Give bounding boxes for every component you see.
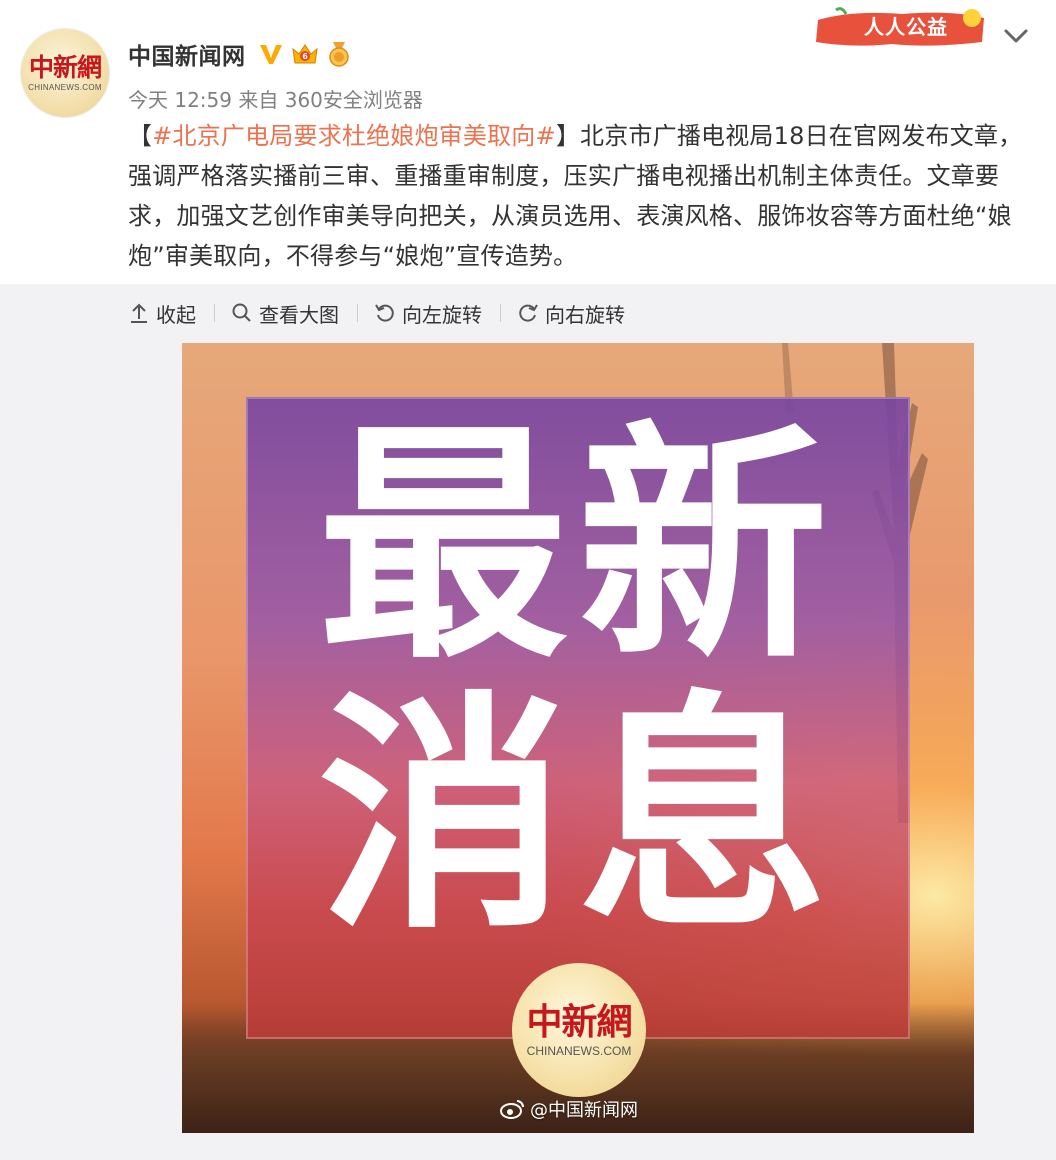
- rotate-left-label: 向左旋转: [402, 302, 482, 327]
- headline-panel: 最新 消息: [246, 397, 910, 1039]
- view-large-label: 查看大图: [259, 302, 339, 327]
- post-source-link[interactable]: 来自 360安全浏览器: [238, 88, 423, 112]
- user-name-link[interactable]: 中国新闻网: [128, 37, 246, 71]
- toolbar-divider: [500, 304, 501, 322]
- collapse-label: 收起: [156, 302, 196, 327]
- post-text: 【#北京广电局要求杜绝娘炮审美取向#】北京市广播电视局18日在官网发布文章，强调…: [128, 116, 1028, 276]
- svg-text:6: 6: [302, 52, 308, 61]
- hashtag-link[interactable]: #北京广电局要求杜绝娘炮审美取向#: [152, 122, 556, 150]
- bracket-close: 】: [555, 122, 581, 150]
- search-icon: [232, 303, 251, 322]
- chevron-down-icon[interactable]: [1002, 26, 1030, 46]
- medal-icon[interactable]: [326, 40, 352, 68]
- image-logo: 中新網 CHINANEWS.COM: [512, 963, 646, 1097]
- headline-line-2: 消息: [318, 671, 838, 962]
- collapse-icon: [131, 303, 147, 323]
- rotate-right-button[interactable]: 向右旋转: [517, 299, 625, 328]
- media-toolbar: 收起 查看大图 向左旋转 向右旋转: [128, 296, 625, 330]
- toolbar-divider: [214, 304, 215, 322]
- toolbar-divider: [357, 304, 358, 322]
- rotate-left-button[interactable]: 向左旋转: [374, 299, 482, 328]
- verified-icon[interactable]: [258, 41, 284, 67]
- image-logo-text: 中新網: [526, 1001, 632, 1043]
- view-large-button[interactable]: 查看大图: [231, 299, 339, 328]
- name-row: 中国新闻网 6: [128, 36, 352, 72]
- weibo-icon: [500, 1100, 524, 1119]
- rotate-left-icon: [375, 304, 394, 322]
- post-image[interactable]: 最新 消息 中新網 CHINANEWS.COM @中国新闻网: [182, 343, 974, 1133]
- collapse-button[interactable]: 收起: [128, 299, 196, 328]
- promo-label: 人人公益: [864, 15, 948, 39]
- image-logo-domain: CHINANEWS.COM: [526, 1044, 632, 1058]
- charity-promo-badge[interactable]: 人人公益: [812, 4, 992, 50]
- avatar[interactable]: 中新網 CHINANEWS.COM: [20, 28, 110, 118]
- bracket-open: 【: [128, 122, 153, 150]
- post-time-link[interactable]: 今天 12:59: [128, 88, 232, 112]
- avatar-logo-text: 中新網: [28, 53, 102, 82]
- avatar-logo-domain: CHINANEWS.COM: [28, 83, 102, 92]
- watermark-text: @中国新闻网: [530, 1100, 638, 1121]
- rotate-right-label: 向右旋转: [545, 302, 625, 327]
- post-meta: 今天 12:59 来自 360安全浏览器: [128, 84, 423, 113]
- member-crown-icon[interactable]: 6: [290, 40, 320, 68]
- rotate-right-icon: [519, 304, 538, 322]
- image-watermark: @中国新闻网: [500, 1097, 638, 1121]
- headline-line-1: 最新: [318, 401, 838, 692]
